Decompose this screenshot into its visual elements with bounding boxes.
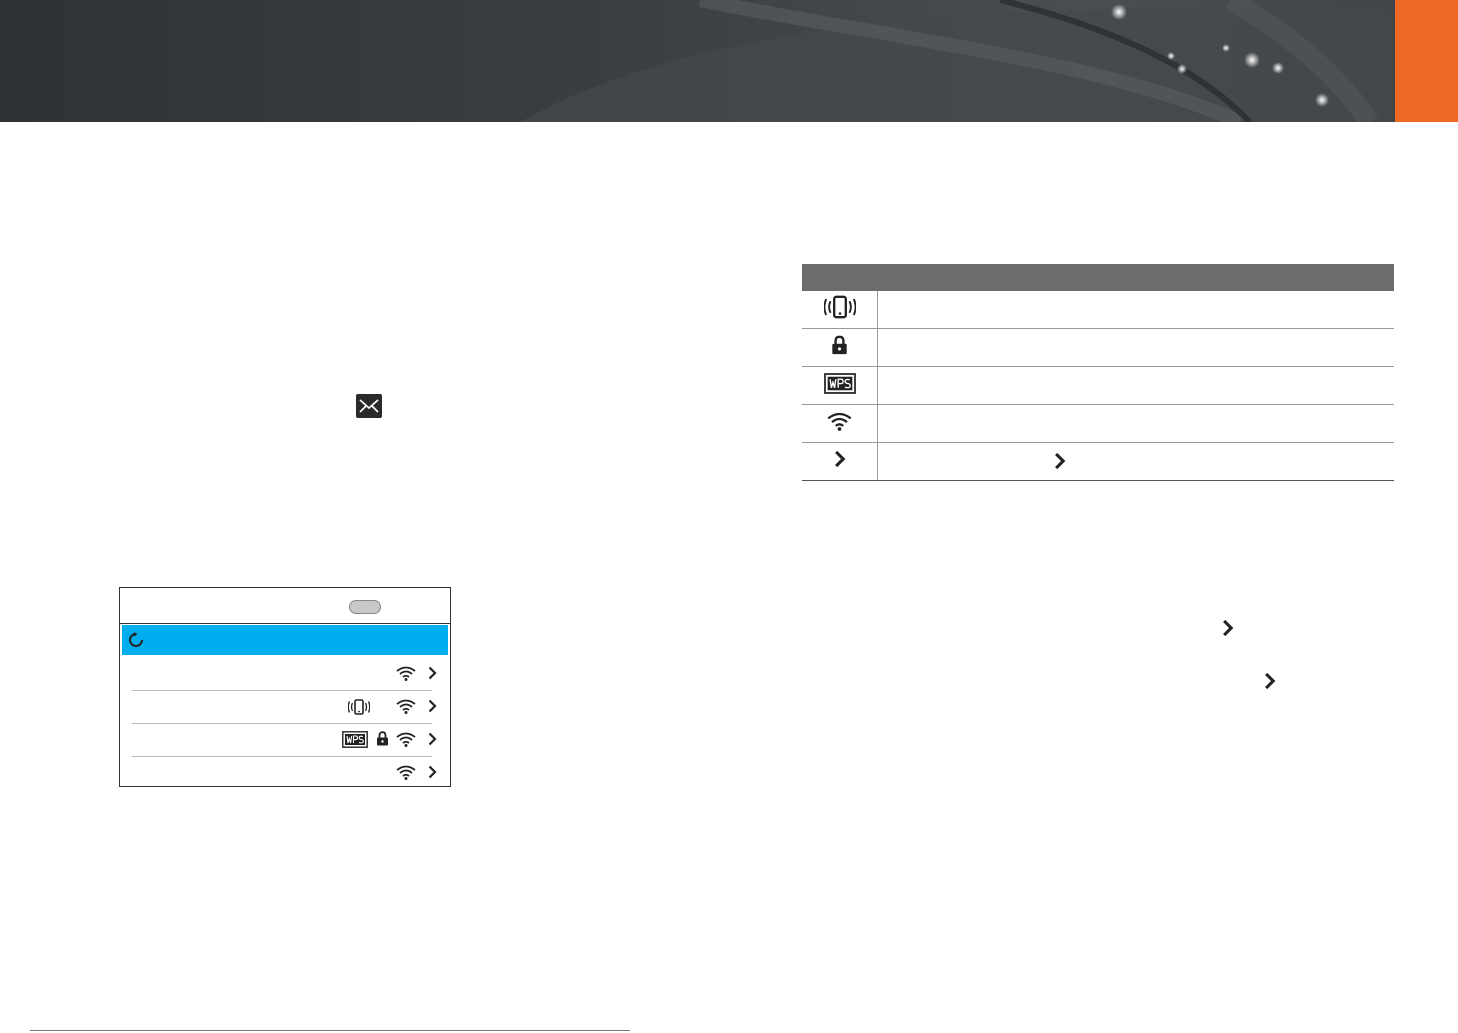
wps-icon bbox=[342, 731, 368, 748]
network-row[interactable] bbox=[132, 757, 437, 790]
chevron-right-icon bbox=[834, 450, 845, 468]
footer-rule bbox=[30, 1030, 630, 1031]
chevron-right-icon bbox=[1055, 452, 1066, 470]
network-row[interactable] bbox=[132, 724, 437, 757]
lock-icon bbox=[377, 731, 388, 746]
table-desc-cell bbox=[877, 366, 1394, 405]
table-row bbox=[802, 442, 1394, 481]
wifi-icon bbox=[396, 666, 416, 681]
table-icon-cell bbox=[802, 404, 878, 443]
table-header-icon bbox=[802, 264, 878, 291]
banner-decoration bbox=[520, 0, 1395, 122]
toggle-pill-icon[interactable] bbox=[349, 600, 381, 614]
table-icon-cell bbox=[802, 366, 878, 405]
refresh-icon bbox=[129, 632, 143, 647]
refresh-row[interactable] bbox=[122, 625, 448, 655]
chevron-right-icon bbox=[1223, 619, 1234, 637]
table-header-row bbox=[802, 264, 1394, 291]
table-desc-cell bbox=[877, 442, 1394, 481]
table-desc-cell bbox=[877, 404, 1394, 443]
wifi-icon bbox=[396, 732, 416, 747]
network-row[interactable] bbox=[132, 658, 437, 691]
wps-icon bbox=[823, 372, 856, 394]
table-row bbox=[802, 328, 1394, 367]
chevron-right-icon bbox=[1265, 672, 1276, 690]
wifi-icon bbox=[396, 699, 416, 714]
wifi-icon bbox=[396, 765, 416, 780]
table-desc-cell bbox=[877, 291, 1394, 329]
table-icon-cell bbox=[802, 328, 878, 367]
table-desc-cell bbox=[877, 328, 1394, 367]
header-banner bbox=[0, 0, 1458, 122]
table-header-description bbox=[877, 264, 1394, 291]
screen-divider bbox=[120, 623, 450, 624]
table-row bbox=[802, 404, 1394, 443]
table-row bbox=[802, 366, 1394, 405]
icon-legend-table bbox=[802, 264, 1394, 481]
chevron-right-icon bbox=[428, 699, 437, 713]
lock-icon bbox=[832, 335, 847, 355]
chevron-right-icon bbox=[428, 765, 437, 779]
phone-vibrate-icon bbox=[348, 699, 370, 715]
phone-vibrate-icon bbox=[822, 295, 857, 319]
envelope-icon bbox=[356, 394, 382, 418]
wifi-icon bbox=[827, 412, 852, 431]
chevron-right-icon bbox=[428, 666, 437, 680]
table-icon-cell bbox=[802, 291, 878, 329]
camera-screen bbox=[119, 587, 451, 787]
table-row bbox=[802, 291, 1394, 329]
network-row[interactable] bbox=[132, 691, 437, 724]
table-icon-cell bbox=[802, 442, 878, 481]
chapter-tab bbox=[1395, 0, 1458, 122]
chevron-right-icon bbox=[428, 732, 437, 746]
